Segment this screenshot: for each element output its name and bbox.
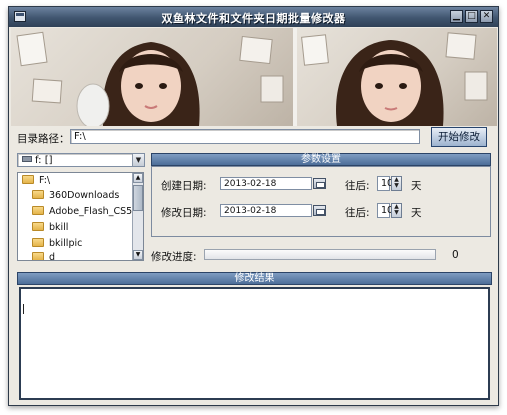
text-caret: [23, 304, 24, 314]
drive-select[interactable]: f: [] ▼: [17, 153, 145, 167]
folder-icon: [32, 252, 44, 260]
list-item[interactable]: Adobe_Flash_CS5: [32, 205, 132, 219]
banner-image: [11, 28, 497, 126]
stepper-down-icon[interactable]: ▼: [392, 210, 401, 216]
created-after-label: 往后:: [345, 180, 370, 192]
tree-root[interactable]: F:\: [22, 174, 50, 188]
modified-date-value: 2013-02-18: [224, 206, 277, 216]
folder-open-icon: [22, 175, 34, 184]
folder-icon: [32, 190, 44, 199]
created-date-value: 2013-02-18: [224, 179, 277, 189]
scrollbar-thumb[interactable]: [133, 185, 143, 211]
list-item[interactable]: 360Downloads: [32, 189, 119, 203]
title-bar[interactable]: 双鱼林文件和文件夹日期批量修改器 ▁ □ ✕: [9, 7, 498, 27]
scroll-up-icon[interactable]: ▲: [133, 173, 143, 183]
folder-tree[interactable]: F:\ 360Downloads Adobe_Flash_CS5 bkill b…: [17, 172, 144, 261]
progress-value: 0: [452, 249, 459, 261]
stepper-down-icon[interactable]: ▼: [392, 183, 401, 189]
tree-root-label: F:\: [39, 175, 51, 186]
chevron-down-icon[interactable]: ▼: [132, 154, 144, 166]
calendar-icon[interactable]: [313, 205, 326, 216]
created-date-label: 创建日期:: [161, 180, 207, 192]
result-header: 修改结果: [17, 272, 492, 285]
list-item-label: Adobe_Flash_CS5: [49, 206, 133, 217]
list-item-label: bkill: [49, 222, 69, 233]
list-item[interactable]: d: [32, 251, 56, 261]
tree-scrollbar[interactable]: ▲ ▼: [132, 173, 143, 260]
drive-icon: [22, 156, 32, 162]
drive-select-value: f: []: [35, 155, 53, 166]
minimize-icon[interactable]: ▁: [450, 10, 463, 23]
list-item-label: 360Downloads: [49, 190, 120, 201]
scroll-down-icon[interactable]: ▼: [133, 250, 143, 260]
modified-date-input[interactable]: 2013-02-18: [220, 204, 312, 217]
directory-path-label: 目录路径：: [17, 133, 70, 145]
created-unit-label: 天: [411, 180, 422, 192]
settings-header: 参数设置: [151, 153, 491, 166]
folder-icon: [32, 206, 44, 215]
progress-label: 修改进度:: [151, 251, 197, 263]
folder-icon: [32, 238, 44, 247]
list-item[interactable]: bkillpic: [32, 237, 82, 251]
created-offset-input[interactable]: 10: [377, 176, 393, 191]
modified-date-label: 修改日期:: [161, 207, 207, 219]
created-offset-stepper[interactable]: ▲ ▼: [391, 176, 402, 191]
window-title: 双鱼林文件和文件夹日期批量修改器: [161, 12, 346, 25]
folder-icon: [32, 222, 44, 231]
maximize-icon[interactable]: □: [465, 10, 478, 23]
directory-path-input[interactable]: F:\: [70, 129, 420, 144]
progress-bar: [204, 249, 436, 260]
start-modify-button[interactable]: 开始修改: [431, 127, 487, 147]
banner-photo-right: [297, 28, 497, 126]
list-item-label: d: [49, 252, 56, 261]
list-item-label: bkillpic: [49, 238, 83, 249]
modified-offset-input[interactable]: 10: [377, 203, 393, 218]
calendar-icon[interactable]: [313, 178, 326, 189]
created-date-input[interactable]: 2013-02-18: [220, 177, 312, 190]
modified-unit-label: 天: [411, 207, 422, 219]
banner-photo-left: [11, 28, 293, 126]
result-textarea[interactable]: [19, 287, 490, 400]
settings-panel: [151, 166, 491, 237]
close-icon[interactable]: ✕: [480, 10, 493, 23]
list-item[interactable]: bkill: [32, 221, 68, 235]
modified-after-label: 往后:: [345, 207, 370, 219]
modified-offset-stepper[interactable]: ▲ ▼: [391, 203, 402, 218]
app-window: 双鱼林文件和文件夹日期批量修改器 ▁ □ ✕ 目录路径： F:\ 开始修改 f:…: [8, 6, 499, 406]
